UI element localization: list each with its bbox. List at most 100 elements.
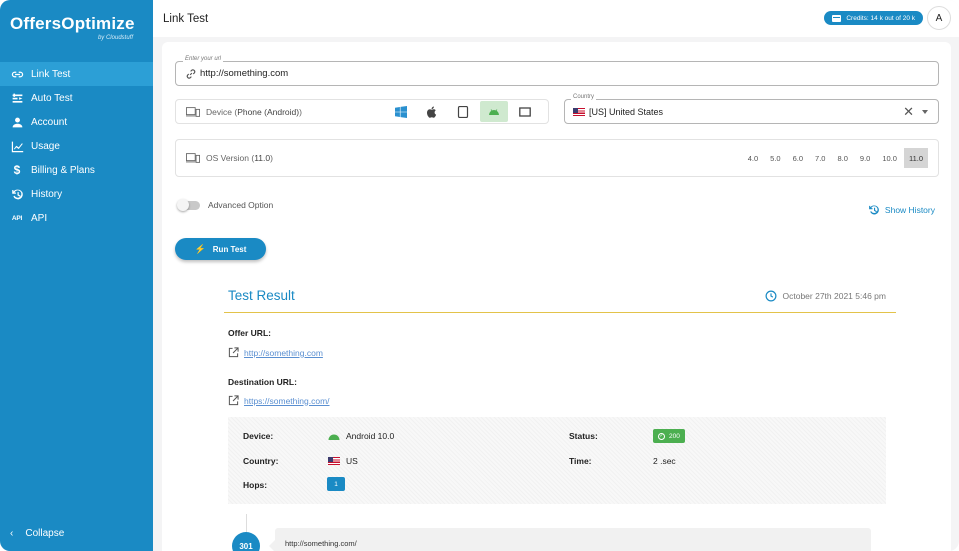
offer-url-text[interactable]: http://something.com: [244, 348, 323, 358]
devices-icon: [186, 106, 200, 117]
credits-badge[interactable]: Credits: 14 k out of 20 k: [824, 11, 923, 25]
offer-url-link[interactable]: http://something.com: [228, 347, 323, 358]
avatar[interactable]: A: [927, 6, 951, 30]
device-key: Device:: [243, 431, 274, 441]
main-panel: Enter your url http://something.com Devi…: [162, 42, 951, 551]
collapse-label: Collapse: [25, 528, 65, 539]
history-icon: [869, 205, 879, 215]
os-version-options: 4.0 5.0 6.0 7.0 8.0 9.0 10.0 11.0: [741, 148, 928, 168]
device-option-windows[interactable]: [387, 101, 415, 122]
device-selector: Device (Phone (Android)): [175, 99, 549, 124]
credits-label: Credits: 14 k out of 20 k: [846, 14, 915, 22]
sidebar-item-label: Link Test: [31, 68, 71, 80]
os-version-selector: OS Version (11.0) 4.0 5.0 6.0 7.0 8.0 9.…: [175, 139, 939, 177]
country-key: Country:: [243, 456, 279, 466]
account-icon: [10, 115, 24, 129]
apple-icon: [427, 106, 437, 118]
sidebar-item-account[interactable]: Account: [0, 110, 153, 134]
sidebar: OffersOptimize by Cloudstuff Link Test A…: [0, 0, 153, 551]
clear-icon[interactable]: ✕: [903, 104, 914, 120]
tablet-icon: [457, 105, 469, 118]
os-version-option[interactable]: 9.0: [855, 148, 875, 168]
sidebar-item-billing[interactable]: $ Billing & Plans: [0, 158, 153, 182]
clock-icon: [765, 290, 776, 302]
hops-key: Hops:: [243, 480, 268, 490]
os-version-option[interactable]: 5.0: [765, 148, 785, 168]
os-version-option[interactable]: 4.0: [743, 148, 763, 168]
sidebar-item-api[interactable]: API API: [0, 206, 153, 230]
logo-title: OffersOptimize: [10, 14, 135, 33]
collapse-button[interactable]: ‹ Collapse: [10, 528, 64, 539]
os-version-option[interactable]: 8.0: [832, 148, 852, 168]
destination-url-text[interactable]: https://something.com/: [244, 396, 330, 406]
redirect-code-badge: 301: [232, 532, 260, 551]
destination-url-label: Destination URL:: [228, 377, 297, 387]
app-window: OffersOptimize by Cloudstuff Link Test A…: [0, 0, 959, 551]
device-label: Device (Phone (Android)): [206, 106, 302, 117]
advanced-option-toggle[interactable]: Advanced Option: [177, 198, 273, 211]
device-option-tablet[interactable]: [449, 101, 477, 122]
credit-card-icon: [832, 14, 842, 22]
url-input[interactable]: Enter your url http://something.com: [175, 56, 939, 86]
top-header: Link Test Credits: 14 k out of 20 k A: [153, 0, 959, 37]
external-link-icon: [228, 395, 239, 406]
result-timestamp: October 27th 2021 5:46 pm: [765, 290, 887, 302]
url-value: http://something.com: [200, 68, 289, 79]
timestamp-text: October 27th 2021 5:46 pm: [782, 291, 887, 301]
device-option-desktop[interactable]: [511, 101, 539, 122]
auto-test-icon: [10, 91, 24, 105]
country-value: US: [328, 456, 358, 466]
country-value: [US] United States: [589, 107, 664, 117]
os-version-option[interactable]: 6.0: [788, 148, 808, 168]
dollar-icon: $: [13, 163, 21, 177]
usage-chart-icon: [10, 139, 24, 153]
us-flag-icon: [328, 457, 340, 465]
chevron-left-icon: ‹: [10, 528, 14, 539]
us-flag-icon: [573, 108, 585, 116]
redirect-hop-card: http://something.com/: [269, 528, 871, 551]
sidebar-item-label: Usage: [31, 140, 60, 152]
android-icon: [489, 108, 499, 115]
os-version-label: OS Version (11.0): [206, 153, 273, 163]
device-option-android[interactable]: [480, 101, 508, 122]
os-version-option-selected[interactable]: 11.0: [903, 148, 928, 168]
sidebar-item-label: API: [31, 212, 48, 224]
run-test-label: Run Test: [212, 244, 247, 254]
run-test-button[interactable]: ⚡ Run Test: [175, 238, 266, 260]
time-value: 2 .sec: [653, 456, 676, 466]
sidebar-item-label: Auto Test: [31, 92, 73, 104]
show-history-link[interactable]: Show History: [868, 204, 935, 216]
desktop-icon: [519, 106, 531, 117]
sidebar-item-label: Billing & Plans: [31, 164, 95, 176]
url-input-label: Enter your url: [183, 56, 224, 62]
windows-icon: [395, 105, 407, 118]
logo[interactable]: OffersOptimize by Cloudstuff: [0, 0, 153, 56]
sidebar-item-link-test[interactable]: Link Test: [0, 62, 153, 86]
os-version-option[interactable]: 10.0: [877, 148, 902, 168]
history-icon: [10, 187, 24, 201]
link-icon: [10, 67, 24, 81]
result-details: Device: Android 10.0 Status: ✓ 200 Count…: [228, 417, 886, 504]
sidebar-item-label: History: [31, 188, 63, 200]
sidebar-item-label: Account: [31, 116, 68, 128]
logo-subtitle: by Cloudstuff: [97, 35, 133, 41]
country-select-label: Country: [571, 94, 597, 100]
sidebar-item-usage[interactable]: Usage: [0, 134, 153, 158]
page-title: Link Test: [163, 12, 209, 25]
check-circle-icon: ✓: [658, 432, 665, 440]
sidebar-item-auto-test[interactable]: Auto Test: [0, 86, 153, 110]
destination-url-link[interactable]: https://something.com/: [228, 395, 330, 406]
chevron-down-icon[interactable]: [922, 110, 928, 114]
link-icon: [186, 69, 196, 79]
external-link-icon: [228, 347, 239, 358]
api-icon: API: [11, 214, 23, 222]
os-version-option[interactable]: 7.0: [810, 148, 830, 168]
show-history-label: Show History: [884, 205, 935, 215]
toggle-switch[interactable]: [177, 198, 200, 211]
country-select[interactable]: Country [US] United States ✕: [564, 94, 939, 124]
sidebar-nav: Link Test Auto Test Account Usage $ Bill…: [0, 62, 153, 230]
device-option-apple[interactable]: [418, 101, 446, 122]
device-value: Android 10.0: [328, 431, 394, 441]
result-divider: [224, 312, 896, 313]
sidebar-item-history[interactable]: History: [0, 182, 153, 206]
